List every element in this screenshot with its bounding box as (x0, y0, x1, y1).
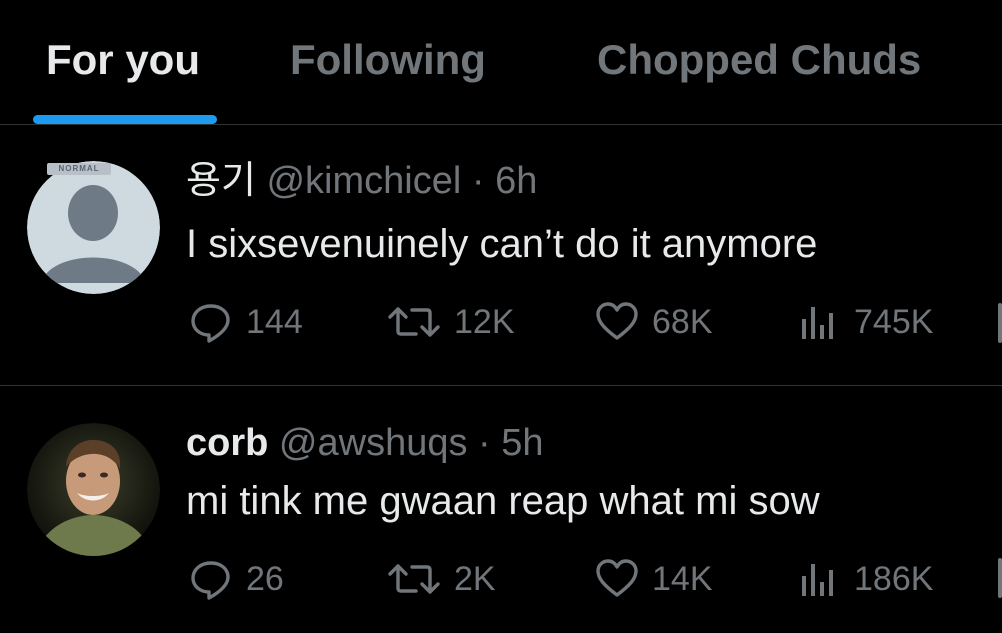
profile-photo-avatar-icon (27, 423, 160, 556)
avatar[interactable] (27, 423, 160, 556)
like-count: 14K (652, 559, 713, 598)
tab-chopped-chuds[interactable]: Chopped Chuds (597, 32, 921, 88)
views-button[interactable]: 745K (796, 297, 933, 347)
display-name[interactable]: corb (186, 422, 268, 464)
view-count: 745K (854, 302, 934, 341)
timeline-screen: For you Following Chopped Chuds NORMAL 용… (0, 0, 1002, 633)
views-chart-icon (802, 307, 833, 339)
user-handle[interactable]: @awshuqs (279, 422, 468, 464)
timestamp[interactable]: 5h (501, 422, 543, 464)
tweet[interactable]: NORMAL 용기 @kimchicel · 6h I sixsevenuine… (0, 125, 1002, 386)
repost-count: 12K (454, 302, 515, 341)
reply-button[interactable]: 144 (188, 297, 303, 347)
share-button-edge[interactable] (998, 558, 1002, 598)
timeline-tabs: For you Following Chopped Chuds (0, 0, 1002, 125)
repost-button[interactable]: 2K (386, 554, 496, 604)
tab-for-you[interactable]: For you (46, 32, 200, 88)
like-count: 68K (652, 302, 713, 341)
user-handle[interactable]: @kimchicel (266, 160, 461, 202)
tweet-text: I sixsevenuinely can’t do it anymore (186, 222, 818, 266)
like-button[interactable]: 68K (594, 297, 713, 347)
separator-dot: · (471, 160, 485, 202)
reply-button[interactable]: 26 (188, 554, 284, 604)
avatar-badge: NORMAL (47, 163, 111, 175)
repost-icon (388, 564, 440, 594)
display-name[interactable]: 용기 (186, 160, 256, 202)
views-button[interactable]: 186K (796, 554, 933, 604)
tweet-actions: 26 2K 14K 186K (186, 554, 1002, 604)
tab-following[interactable]: Following (290, 32, 486, 88)
repost-count: 2K (454, 559, 496, 598)
repost-button[interactable]: 12K (386, 297, 515, 347)
heart-icon (596, 559, 638, 597)
timestamp[interactable]: 6h (495, 160, 537, 202)
reply-count: 26 (246, 559, 284, 598)
reply-count: 144 (246, 302, 303, 341)
tweet-header: corb @awshuqs · 5h (186, 420, 544, 466)
tweet-actions: 144 12K 68K 745K (186, 297, 1002, 347)
view-count: 186K (854, 559, 934, 598)
active-tab-indicator (33, 115, 217, 124)
reply-icon (191, 304, 230, 343)
heart-icon (596, 302, 638, 340)
tweet-text: mi tink me gwaan reap what mi sow (186, 479, 820, 523)
views-chart-icon (802, 564, 833, 596)
like-button[interactable]: 14K (594, 554, 713, 604)
separator-dot: · (478, 422, 491, 464)
repost-icon (388, 307, 440, 337)
default-profile-avatar-icon (27, 161, 160, 294)
avatar[interactable] (27, 161, 160, 294)
tweet[interactable]: corb @awshuqs · 5h mi tink me gwaan reap… (0, 386, 1002, 633)
tweet-header: 용기 @kimchicel · 6h (186, 158, 537, 204)
share-button-edge[interactable] (998, 303, 1002, 343)
reply-icon (191, 561, 230, 600)
